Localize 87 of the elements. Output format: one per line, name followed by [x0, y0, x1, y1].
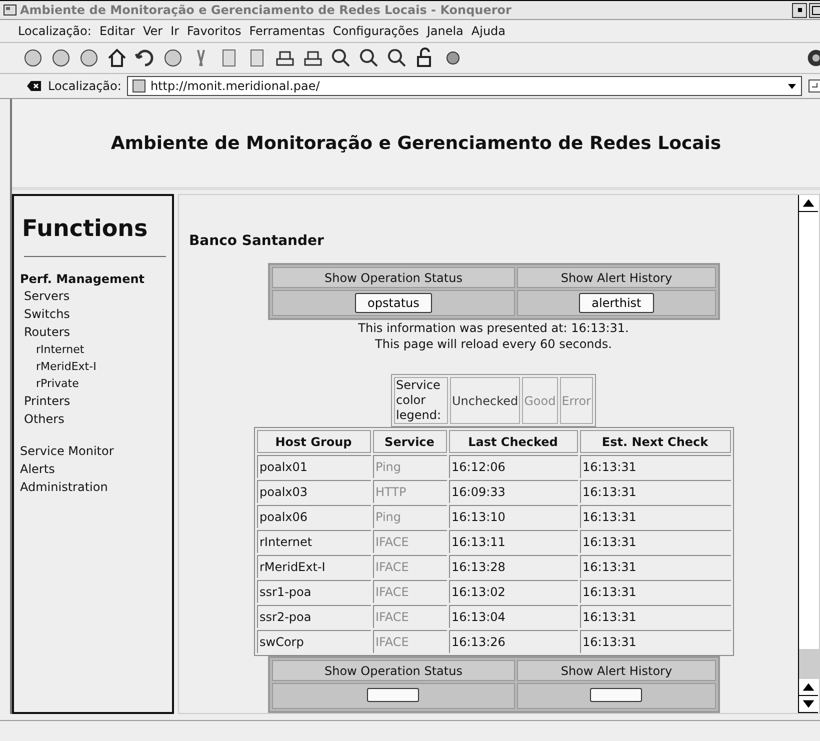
sidebar-link[interactable]: rMeridExt-I [20, 358, 172, 375]
table-cell: 16:13:02 [448, 580, 578, 603]
table-cell: ssr2-poa [256, 605, 370, 628]
menu-item[interactable]: Ver [142, 24, 163, 38]
legend-item: Good [522, 377, 558, 424]
magnifier-icon[interactable] [330, 47, 352, 69]
button[interactable] [590, 688, 642, 702]
table-cell: IFACE [372, 580, 446, 603]
sidebar-link[interactable]: Others [20, 410, 172, 428]
table-cell: 16:13:31 [580, 605, 730, 628]
info-text: This page will reload every 60 seconds. [375, 336, 612, 352]
table-cell: 16:13:31 [580, 580, 730, 603]
table-cell: 16:13:31 [580, 555, 730, 578]
sidebar-link[interactable]: Servers [20, 287, 172, 305]
minimize-button[interactable] [792, 2, 807, 18]
table-cell: ssr1-poa [256, 580, 370, 603]
sidebar-link[interactable]: rInternet [20, 341, 172, 358]
column-header: Est. Next Check [580, 430, 730, 453]
table-cell: 16:13:31 [580, 630, 730, 653]
table-header: Show Alert History [517, 660, 716, 681]
table-cell: 16:13:04 [448, 605, 578, 628]
sidebar-link[interactable]: Administration [20, 478, 172, 496]
page-icon [132, 79, 146, 93]
table-cell: swCorp [256, 630, 370, 653]
url-field[interactable]: http://monit.meridional.pae/ [127, 76, 802, 96]
table-cell: 16:13:31 [580, 455, 730, 478]
table-cell: 16:13:26 [448, 630, 578, 653]
window-title: Ambiente de Monitoração e Gerenciamento de Redes Locais - Konqueror [20, 3, 512, 17]
legend-item: Error [560, 377, 593, 424]
sidebar-link[interactable]: Alerts [20, 460, 172, 478]
table-cell: 16:13:31 [580, 480, 730, 503]
go-icon[interactable] [808, 79, 820, 93]
clear-icon[interactable] [26, 80, 42, 92]
table-cell: IFACE [372, 605, 446, 628]
menu-item[interactable]: Ajuda [471, 24, 506, 38]
table-cell: 16:13:28 [448, 555, 578, 578]
column-header: Service [372, 430, 446, 453]
legend-item: Unchecked [450, 377, 520, 424]
sidebar-link[interactable]: Service Monitor [20, 442, 172, 460]
table-cell: 16:13:31 [580, 530, 730, 553]
table-cell: poalx06 [256, 505, 370, 528]
table-cell: 16:13:31 [580, 505, 730, 528]
table-cell: rInternet [256, 530, 370, 553]
table-cell: HTTP [372, 480, 446, 503]
column-header: Last Checked [448, 430, 578, 453]
table-cell: Ping [372, 455, 446, 478]
sidebar-link[interactable]: Switchs [20, 305, 172, 323]
table-header: Show Alert History [517, 267, 716, 288]
menu-item[interactable]: Configurações [332, 24, 419, 38]
sidebar-link[interactable]: Routers [20, 323, 172, 341]
dropdown-arrow-icon[interactable] [787, 81, 797, 91]
menu-item[interactable]: Janela [426, 24, 464, 38]
menu-item[interactable]: Ir [170, 24, 180, 38]
table-cell: IFACE [372, 630, 446, 653]
table-cell: 16:12:06 [448, 455, 578, 478]
organization-name: Banco Santander [189, 233, 324, 249]
sidebar-link[interactable]: rPrivate [20, 375, 172, 392]
button[interactable] [367, 688, 420, 702]
menu-item[interactable]: Editar [99, 24, 135, 38]
sidebar-title: Functions [21, 215, 149, 244]
table-header: Show Operation Status [272, 660, 516, 681]
table-cell: Ping [372, 505, 446, 528]
home-icon[interactable] [106, 47, 128, 69]
legend-label: Service color legend: [394, 377, 448, 424]
maximize-button[interactable] [809, 2, 820, 18]
sidebar-heading: Perf. Management [20, 271, 146, 287]
table-cell: poalx03 [256, 480, 370, 503]
menu-item[interactable]: Localização: [18, 24, 92, 38]
scrollbar[interactable] [798, 195, 819, 713]
table-cell: IFACE [372, 555, 446, 578]
reload-icon[interactable] [134, 47, 156, 69]
sidebar-link[interactable]: Printers [20, 392, 172, 410]
table-header: Show Operation Status [272, 267, 516, 288]
scroll-thumb[interactable] [799, 649, 819, 679]
table-cell: rMeridExt-I [256, 555, 370, 578]
table-cell: 16:13:11 [448, 530, 578, 553]
info-text: This information was presented at: 16:13:31. [358, 320, 629, 336]
opstatus-button[interactable]: opstatus [354, 293, 432, 313]
column-header: Host Group [256, 430, 370, 453]
table-cell: IFACE [372, 530, 446, 553]
table-cell: 16:13:10 [448, 505, 578, 528]
table-cell: poalx01 [256, 455, 370, 478]
location-label: Localização: [48, 79, 122, 93]
alerthist-button[interactable]: alerthist [578, 293, 654, 313]
menu-item[interactable]: Favoritos [187, 24, 242, 38]
table-cell: 16:09:33 [448, 480, 578, 503]
menu-item[interactable]: Ferramentas [249, 24, 325, 38]
